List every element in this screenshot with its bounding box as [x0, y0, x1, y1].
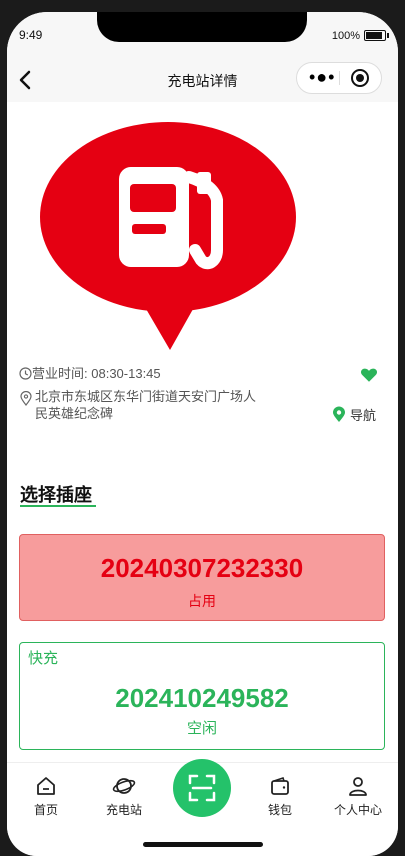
nav-bar: 充电站详情 •●• [7, 58, 398, 102]
wallet-icon [271, 776, 289, 795]
charging-station-logo [40, 122, 296, 350]
address-line-2: 民英雄纪念碑 [35, 406, 114, 421]
scan-button[interactable] [173, 759, 231, 817]
socket-type: 快充 [28, 650, 59, 667]
hours-value: 08:30-13:45 [91, 366, 161, 381]
socket-card-occupied[interactable]: 20240307232330 占用 [19, 534, 385, 621]
navigate-button[interactable]: 导航 [332, 405, 376, 424]
tab-wallet[interactable]: 钱包 [245, 775, 315, 818]
status-time: 9:49 [19, 28, 43, 42]
battery-percent: 100% [331, 30, 360, 42]
socket-id: 20240307232330 [100, 553, 304, 583]
hours-label: 营业时间: [32, 366, 88, 381]
location-pin-icon [20, 391, 32, 406]
tab-home[interactable]: 首页 [11, 775, 81, 818]
tab-profile[interactable]: 个人中心 [323, 775, 393, 818]
select-socket-heading: 选择插座 [20, 485, 92, 505]
favorite-heart-icon[interactable] [360, 366, 378, 384]
socket-card-available[interactable]: 快充 202410249582 空闲 [19, 642, 385, 750]
scan-icon [188, 774, 216, 802]
home-icon [37, 777, 55, 795]
opening-hours: 营业时间: 08:30-13:45 [19, 363, 161, 382]
status-bar: 9:49 100% [7, 12, 398, 58]
heading-underline [20, 505, 96, 507]
home-indicator [143, 842, 263, 847]
address-line-1: 北京市东城区东华门街道天安门广场人 [35, 389, 257, 404]
user-icon [349, 777, 367, 796]
tab-label: 充电站 [105, 803, 142, 817]
close-record-icon[interactable] [351, 69, 369, 87]
battery-icon [364, 30, 389, 41]
tab-label: 个人中心 [333, 803, 382, 817]
tab-label: 首页 [33, 803, 58, 817]
more-icon[interactable]: •●• [309, 68, 335, 86]
mini-program-capsule: •●• [296, 62, 382, 94]
device-notch [97, 12, 307, 42]
navigation-pin-icon [332, 406, 345, 422]
planet-icon [112, 778, 136, 794]
clock-icon [19, 367, 32, 380]
tab-stations[interactable]: 充电站 [89, 775, 159, 818]
tab-label: 钱包 [267, 803, 292, 817]
socket-status: 空闲 [186, 720, 217, 737]
capsule-divider [339, 71, 340, 85]
phone-screen: 9:49 100% 充电站详情 •●• 营业时间: 08:30-13:45 北京… [7, 12, 398, 856]
navigate-label: 导航 [349, 408, 376, 423]
socket-id: 202410249582 [115, 683, 289, 713]
station-address: 北京市东城区东华门街道天安门广场人 民英雄纪念碑 [19, 388, 279, 422]
socket-status: 占用 [188, 593, 216, 609]
